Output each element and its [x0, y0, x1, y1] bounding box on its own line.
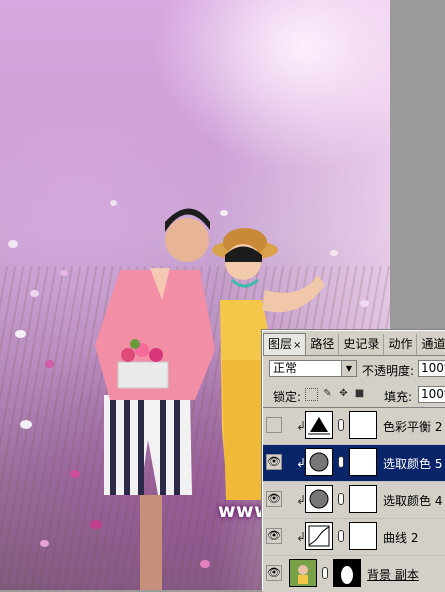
layers-panel: 图层× 路径 史记录 动作 通道 正常 ▼ 不透明度: 100% 锁定: ✎ ✥…	[262, 330, 445, 592]
tab-paths[interactable]: 路径	[306, 334, 340, 355]
opacity-field[interactable]: 100%	[418, 360, 445, 377]
lock-row: 锁定: ✎ ✥ ■ 填充: 100%	[267, 385, 445, 405]
layer-name: 选取颜色 4	[383, 494, 443, 508]
selective-color-icon	[305, 448, 333, 476]
link-icon[interactable]	[338, 530, 344, 542]
link-icon[interactable]	[338, 419, 344, 431]
tab-actions[interactable]: 动作	[384, 334, 418, 355]
layers-list: ↲ 色彩平衡 2 👁 ↲ 选取颜色 5 👁 ↲ 选取颜色 4 👁 ↲ 曲线 2 …	[263, 407, 445, 592]
link-icon[interactable]	[338, 456, 344, 468]
opacity-label: 不透明度:	[362, 364, 415, 378]
layer-name: 背景 副本	[367, 568, 419, 582]
lock-transparency-icon[interactable]	[305, 388, 318, 401]
layer-row-selected[interactable]: 👁 ↲ 选取颜色 5	[263, 445, 445, 482]
lock-pixels-icon[interactable]: ✎	[322, 388, 333, 399]
fill-label: 填充:	[384, 390, 413, 404]
tab-label: 通道	[421, 337, 445, 351]
layer-mask-thumbnail[interactable]	[349, 411, 377, 439]
tab-history[interactable]: 史记录	[339, 334, 385, 355]
link-icon[interactable]	[322, 567, 328, 579]
link-icon[interactable]	[338, 493, 344, 505]
blend-row: 正常 ▼ 不透明度: 100%	[267, 359, 445, 381]
color-balance-icon	[305, 411, 333, 439]
visibility-toggle[interactable]	[266, 417, 282, 433]
layer-row[interactable]: ↲ 色彩平衡 2	[263, 408, 445, 445]
tab-label: 动作	[388, 337, 413, 351]
panel-tabs: 图层× 路径 史记录 动作 通道	[263, 331, 445, 356]
layer-row[interactable]: 👁 ↲ 选取颜色 4	[263, 482, 445, 519]
layer-row[interactable]: 👁 ↲ 曲线 2	[263, 519, 445, 556]
layer-name: 选取颜色 5	[383, 457, 443, 471]
eye-icon[interactable]: 👁	[266, 454, 282, 470]
selective-color-icon	[305, 485, 333, 513]
blend-mode-select[interactable]: 正常 ▼	[269, 360, 357, 377]
fill-field[interactable]: 100%	[418, 386, 445, 403]
tab-label: 史记录	[343, 337, 380, 351]
photo-thumbnail	[289, 559, 317, 587]
lock-label: 锁定:	[273, 390, 302, 404]
blend-mode-value: 正常	[273, 361, 298, 375]
lock-position-icon[interactable]: ✥	[338, 388, 349, 399]
tab-label: 图层	[268, 337, 293, 351]
eye-icon[interactable]: 👁	[266, 491, 282, 507]
tab-channels[interactable]: 通道	[417, 334, 445, 355]
tab-layers[interactable]: 图层×	[263, 333, 307, 355]
layer-name: 色彩平衡 2	[383, 420, 443, 434]
layer-row[interactable]: 👁 背景 副本	[263, 556, 445, 592]
chevron-down-icon[interactable]: ▼	[341, 361, 356, 376]
tab-label: 路径	[310, 337, 335, 351]
layer-mask-thumbnail[interactable]	[349, 485, 377, 513]
eye-icon[interactable]: 👁	[266, 565, 282, 581]
close-icon[interactable]: ×	[293, 340, 301, 351]
layer-mask-thumbnail[interactable]	[349, 448, 377, 476]
lock-all-icon[interactable]: ■	[354, 388, 365, 399]
layer-name: 曲线 2	[383, 531, 419, 545]
eye-icon[interactable]: 👁	[266, 528, 282, 544]
curves-icon	[305, 522, 333, 550]
layer-mask-thumbnail[interactable]	[333, 559, 361, 587]
layer-mask-thumbnail[interactable]	[349, 522, 377, 550]
